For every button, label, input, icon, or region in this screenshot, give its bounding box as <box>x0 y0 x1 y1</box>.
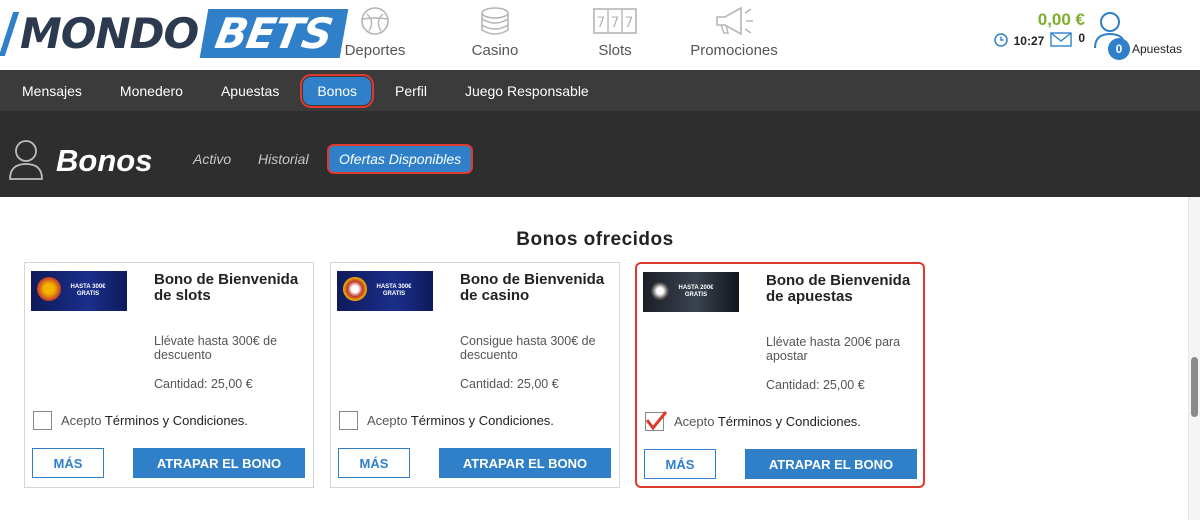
claim-bonus-button[interactable]: ATRAPAR EL BONO <box>439 448 611 478</box>
nav-promociones[interactable]: Promociones <box>679 4 789 59</box>
bonus-description: Consigue hasta 300€ de descuento <box>460 334 596 362</box>
claim-bonus-button[interactable]: ATRAPAR EL BONO <box>133 448 305 478</box>
bonus-thumbnail: HASTA 200€ GRATIS <box>643 272 739 312</box>
tab-ofertas-disponibles[interactable]: Ofertas Disponibles <box>327 144 474 174</box>
nav-slots[interactable]: 777 Slots <box>560 4 670 59</box>
brand-logo[interactable]: MONDO BETS <box>6 8 349 58</box>
bonus-title: Bono de Bienvenida de casino <box>460 271 605 304</box>
bonus-thumbnail-text: HASTA 300€ GRATIS <box>70 284 106 297</box>
more-button[interactable]: MÁS <box>338 448 410 478</box>
bonus-thumbnail: HASTA 300€ GRATIS <box>337 271 433 311</box>
subnav-juego-responsable[interactable]: Juego Responsable <box>465 83 589 99</box>
megaphone-icon <box>679 4 789 38</box>
bonus-card: HASTA 300€ GRATIS Bono de Bienvenida de … <box>330 262 620 488</box>
mail-icon[interactable] <box>1050 32 1073 50</box>
bonus-thumbnail: HASTA 300€ GRATIS <box>31 271 127 311</box>
bonus-title: Bono de Bienvenida de apuestas <box>766 272 911 305</box>
slot-machine-icon: 777 <box>560 4 670 38</box>
svg-text:7: 7 <box>597 15 606 31</box>
more-button[interactable]: MÁS <box>32 448 104 478</box>
terms-link[interactable]: Términos y Condiciones. <box>718 414 861 429</box>
user-menu[interactable]: 0 Apuestas <box>1088 8 1200 64</box>
claim-bonus-button[interactable]: ATRAPAR EL BONO <box>745 449 917 479</box>
bets-label: Apuestas <box>1132 42 1183 56</box>
terms-link[interactable]: Términos y Condiciones. <box>411 413 554 428</box>
accept-terms-checkbox[interactable] <box>339 411 358 430</box>
bonus-card: HASTA 200€ GRATIS Bono de Bienvenida de … <box>635 262 925 488</box>
slots-emblem-icon <box>37 277 61 301</box>
scrollbar-thumb[interactable] <box>1191 357 1198 417</box>
time-display: 10:27 <box>1013 34 1045 48</box>
account-summary: 0,00 € 10:27 0 <box>993 10 1085 50</box>
accept-terms-checkbox[interactable] <box>33 411 52 430</box>
soccer-ball-icon <box>320 4 430 38</box>
bonus-thumbnail-text: HASTA 300€ GRATIS <box>376 284 412 297</box>
messages-count: 0 <box>1078 31 1085 45</box>
accept-terms-checkbox[interactable] <box>645 411 668 431</box>
subnav-apuestas[interactable]: Apuestas <box>221 83 279 99</box>
accept-terms-label: Acepto Términos y Condiciones. <box>367 413 554 428</box>
svg-text:7: 7 <box>625 15 634 31</box>
accept-terms-label: Acepto Términos y Condiciones. <box>61 413 248 428</box>
page-title: Bonos <box>56 143 153 178</box>
nav-deportes-label: Deportes <box>344 42 406 59</box>
brand-logo-part1: MONDO <box>6 9 199 58</box>
bonus-card: HASTA 300€ GRATIS Bono de Bienvenida de … <box>24 262 314 488</box>
subnav-bonos[interactable]: Bonos <box>300 73 375 108</box>
bonus-description: Llévate hasta 200€ para apostar <box>766 335 901 363</box>
top-bar: MONDO BETS Deportes Casino 777 Slots Pro… <box>0 0 1200 70</box>
subnav-monedero[interactable]: Monedero <box>120 83 183 99</box>
nav-deportes[interactable]: Deportes <box>320 4 430 59</box>
checkmark-icon <box>645 411 668 431</box>
svg-text:7: 7 <box>611 15 620 31</box>
terms-link[interactable]: Términos y Condiciones. <box>105 413 248 428</box>
accept-terms-label: Acepto Términos y Condiciones. <box>674 414 861 429</box>
subnav-mensajes[interactable]: Mensajes <box>22 83 82 99</box>
bonus-quantity: Cantidad: 25,00 € <box>460 377 559 391</box>
accept-prefix: Acepto <box>367 413 411 428</box>
accept-prefix: Acepto <box>674 414 718 429</box>
nav-promociones-label: Promociones <box>690 42 778 59</box>
ball-emblem-icon <box>651 282 669 300</box>
bonus-quantity: Cantidad: 25,00 € <box>766 378 865 392</box>
bonus-thumbnail-text: HASTA 200€ GRATIS <box>678 285 714 298</box>
nav-casino[interactable]: Casino <box>440 4 550 59</box>
tab-activo[interactable]: Activo <box>193 151 231 167</box>
bonus-title: Bono de Bienvenida de slots <box>154 271 299 304</box>
page-scrollbar[interactable] <box>1188 197 1200 520</box>
chips-icon <box>440 4 550 38</box>
roulette-emblem-icon <box>343 277 367 301</box>
accept-prefix: Acepto <box>61 413 105 428</box>
balance-amount[interactable]: 0,00 € <box>994 10 1085 30</box>
nav-casino-label: Casino <box>471 42 519 59</box>
page-header: Bonos Activo Historial Ofertas Disponibl… <box>0 111 1200 197</box>
clock-icon <box>993 32 1008 50</box>
subnav-perfil[interactable]: Perfil <box>395 83 427 99</box>
account-subnav: Mensajes Monedero Apuestas Bonos Perfil … <box>0 70 1200 111</box>
bonus-quantity: Cantidad: 25,00 € <box>154 377 253 391</box>
bonus-description: Llévate hasta 300€ de descuento <box>154 334 278 362</box>
section-title: Bonos ofrecidos <box>516 229 674 250</box>
more-button[interactable]: MÁS <box>644 449 716 479</box>
person-icon <box>8 139 44 186</box>
bets-count-badge: 0 <box>1108 38 1130 60</box>
tab-historial[interactable]: Historial <box>258 151 309 167</box>
nav-slots-label: Slots <box>598 42 632 59</box>
